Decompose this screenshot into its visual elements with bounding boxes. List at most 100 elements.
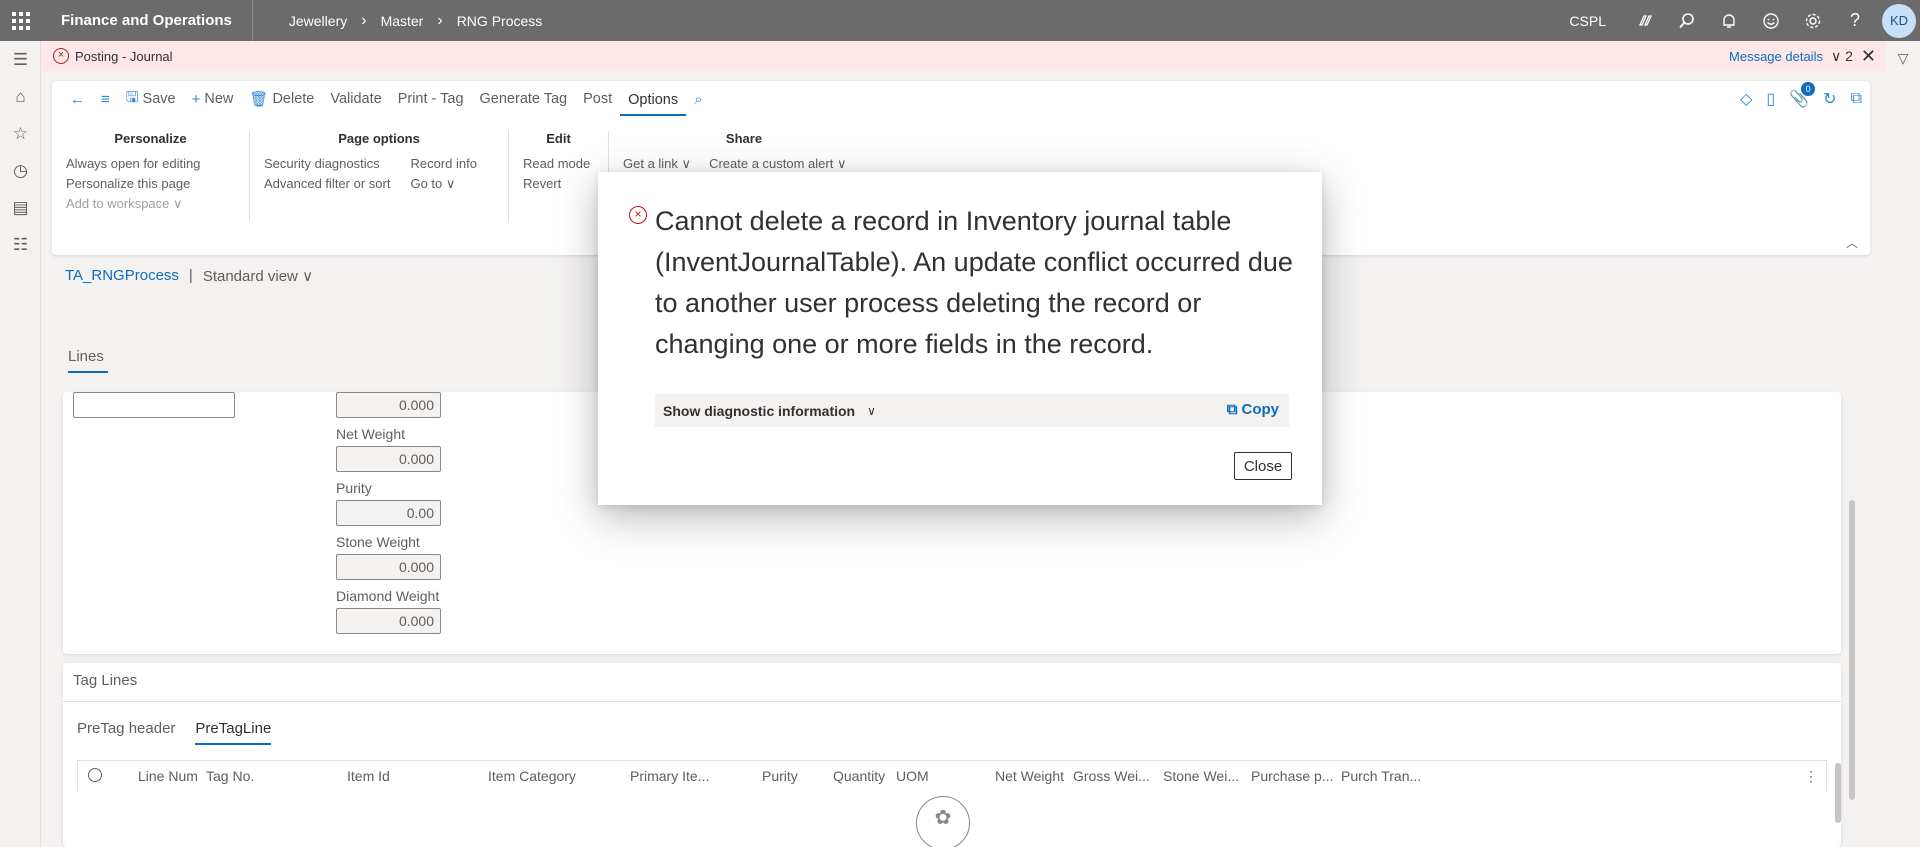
open-new-window-icon[interactable]: ⧉ bbox=[1851, 90, 1862, 108]
net-weight-input[interactable]: 0.000 bbox=[336, 446, 441, 472]
error-icon: × bbox=[53, 48, 69, 64]
record-name-link[interactable]: TA_RNGProcess bbox=[65, 267, 179, 285]
breadcrumb-jewellery[interactable]: Jewellery bbox=[289, 13, 347, 29]
back-button[interactable]: ← bbox=[62, 81, 93, 117]
list-toggle-button[interactable]: ≡ bbox=[93, 81, 118, 117]
avatar[interactable]: KD bbox=[1882, 3, 1916, 38]
grid-scrollbar[interactable] bbox=[1835, 763, 1841, 823]
filter-icon[interactable]: ▽ bbox=[1886, 41, 1920, 75]
weight-input[interactable]: 0.000 bbox=[336, 392, 441, 418]
save-button[interactable]: 🖫 Save bbox=[118, 81, 184, 117]
clock-icon[interactable]: ◷ bbox=[0, 152, 41, 189]
stone-weight-input[interactable]: 0.000 bbox=[336, 554, 441, 580]
search-icon[interactable] bbox=[1666, 0, 1708, 41]
copy-label: Copy bbox=[1241, 401, 1280, 418]
create-custom-alert[interactable]: Create a custom alert ∨ bbox=[709, 154, 846, 174]
advanced-filter-or-sort[interactable]: Advanced filter or sort bbox=[264, 174, 390, 194]
attachments-button[interactable]: 📎 0 bbox=[1789, 82, 1816, 109]
delete-button[interactable]: 🗑 Delete bbox=[241, 81, 322, 117]
message-expand-button[interactable]: ∨ 2 bbox=[1831, 48, 1853, 65]
record-info[interactable]: Record info bbox=[410, 154, 476, 174]
column-gross-weight[interactable]: Gross Wei... bbox=[1073, 768, 1150, 784]
error-message: Cannot delete a record in Inventory jour… bbox=[655, 206, 1293, 359]
select-all-radio[interactable] bbox=[88, 768, 102, 782]
tag-lines-title[interactable]: Tag Lines bbox=[73, 672, 137, 689]
star-icon[interactable]: ☆ bbox=[0, 115, 41, 152]
close-icon[interactable]: ✕ bbox=[1861, 46, 1876, 67]
app-title[interactable]: Finance and Operations bbox=[41, 0, 253, 41]
home-icon[interactable]: ⌂ bbox=[0, 78, 41, 115]
column-purity[interactable]: Purity bbox=[762, 768, 798, 784]
copy-icon: ⧉ bbox=[1226, 401, 1238, 418]
bell-icon[interactable] bbox=[1708, 0, 1750, 41]
tab-pretagline[interactable]: PreTagLine bbox=[195, 720, 272, 745]
hamburger-menu-icon[interactable]: ☰ bbox=[0, 41, 41, 78]
new-button[interactable]: + New bbox=[184, 81, 242, 117]
show-diagnostic-toggle[interactable]: Show diagnostic information bbox=[663, 403, 855, 419]
get-a-link[interactable]: Get a link ∨ bbox=[623, 154, 691, 174]
tab-pretag-header[interactable]: PreTag header bbox=[77, 720, 175, 745]
column-uom[interactable]: UOM bbox=[896, 768, 929, 784]
chevron-right-icon: › bbox=[361, 11, 367, 29]
save-label: Save bbox=[142, 91, 176, 107]
app-launcher-icon[interactable] bbox=[0, 0, 41, 41]
tab-options[interactable]: Options bbox=[620, 86, 687, 116]
company-picker[interactable]: CSPL bbox=[1569, 13, 1606, 29]
revert[interactable]: Revert bbox=[523, 174, 594, 194]
power-apps-icon[interactable]: ◇ bbox=[1740, 89, 1752, 109]
security-diagnostics[interactable]: Security diagnostics bbox=[264, 154, 390, 174]
search-icon: ⌕ bbox=[694, 90, 703, 108]
column-quantity[interactable]: Quantity bbox=[833, 768, 885, 784]
empty-grid-icon: ✿ bbox=[916, 796, 970, 847]
more-options-icon[interactable]: ⋮ bbox=[1804, 768, 1818, 785]
breadcrumb-master[interactable]: Master bbox=[381, 13, 424, 29]
workspaces-icon[interactable]: ▤ bbox=[0, 189, 41, 226]
message-bar: × Posting - Journal Message details ∨ 2 … bbox=[41, 41, 1886, 71]
office-icon[interactable]: ▯ bbox=[1766, 89, 1775, 109]
close-button[interactable]: Close bbox=[1234, 452, 1292, 480]
column-stone-weight[interactable]: Stone Wei... bbox=[1163, 768, 1239, 784]
standard-view-dropdown[interactable]: Standard view ∨ bbox=[203, 267, 313, 285]
column-net-weight[interactable]: Net Weight bbox=[995, 768, 1064, 784]
generate-tag-button[interactable]: Generate Tag bbox=[472, 81, 576, 117]
post-button[interactable]: Post bbox=[575, 81, 620, 117]
chevron-down-icon: ∨ bbox=[836, 156, 847, 171]
column-purch-tran[interactable]: Purch Tran... bbox=[1341, 768, 1421, 784]
tab-lines[interactable]: Lines bbox=[68, 348, 108, 373]
search-actions-button[interactable]: ⌕ bbox=[686, 81, 710, 117]
validate-button[interactable]: Validate bbox=[322, 81, 389, 117]
right-strip: ▽ bbox=[1886, 41, 1920, 847]
column-primary-item[interactable]: Primary Ite... bbox=[630, 768, 709, 784]
personalize-this-page[interactable]: Personalize this page bbox=[66, 174, 235, 194]
go-to[interactable]: Go to ∨ bbox=[410, 174, 476, 194]
breadcrumb-rng-process[interactable]: RNG Process bbox=[457, 13, 543, 29]
edit-title: Edit bbox=[546, 131, 571, 146]
text-input[interactable] bbox=[73, 392, 235, 418]
always-open-for-editing[interactable]: Always open for editing bbox=[66, 154, 235, 174]
chevron-down-icon[interactable]: ∨ bbox=[867, 404, 876, 418]
modules-list-icon[interactable]: ☷ bbox=[0, 226, 41, 263]
column-line-num[interactable]: Line Num bbox=[138, 768, 198, 784]
gear-icon[interactable] bbox=[1792, 0, 1834, 41]
column-item-category[interactable]: Item Category bbox=[488, 768, 576, 784]
diamond-weight-input[interactable]: 0.000 bbox=[336, 608, 441, 634]
arrow-left-icon: ← bbox=[70, 90, 85, 108]
chevron-up-icon[interactable]: ︿ bbox=[1846, 234, 1858, 251]
help-icon[interactable]: ? bbox=[1834, 0, 1876, 41]
add-to-workspace[interactable]: Add to workspace ∨ bbox=[66, 194, 235, 214]
refresh-icon[interactable]: ↻ bbox=[1823, 89, 1836, 109]
column-purchase-price[interactable]: Purchase p... bbox=[1251, 768, 1334, 784]
copy-button[interactable]: ⧉ Copy bbox=[1227, 401, 1279, 418]
print-tag-button[interactable]: Print - Tag bbox=[390, 81, 472, 117]
copilot-icon[interactable] bbox=[1624, 0, 1666, 41]
smiley-icon[interactable] bbox=[1750, 0, 1792, 41]
read-mode[interactable]: Read mode bbox=[523, 154, 594, 174]
page-scrollbar[interactable] bbox=[1849, 500, 1855, 800]
column-tag-no[interactable]: Tag No. bbox=[206, 768, 254, 784]
column-item-id[interactable]: Item Id bbox=[347, 768, 390, 784]
message-text: Posting - Journal bbox=[75, 48, 173, 64]
purity-input[interactable]: 0.00 bbox=[336, 500, 441, 526]
message-details-link[interactable]: Message details bbox=[1729, 49, 1823, 64]
chevron-down-icon: ∨ bbox=[172, 196, 183, 211]
view-selector: TA_RNGProcess | Standard view ∨ bbox=[65, 267, 313, 285]
